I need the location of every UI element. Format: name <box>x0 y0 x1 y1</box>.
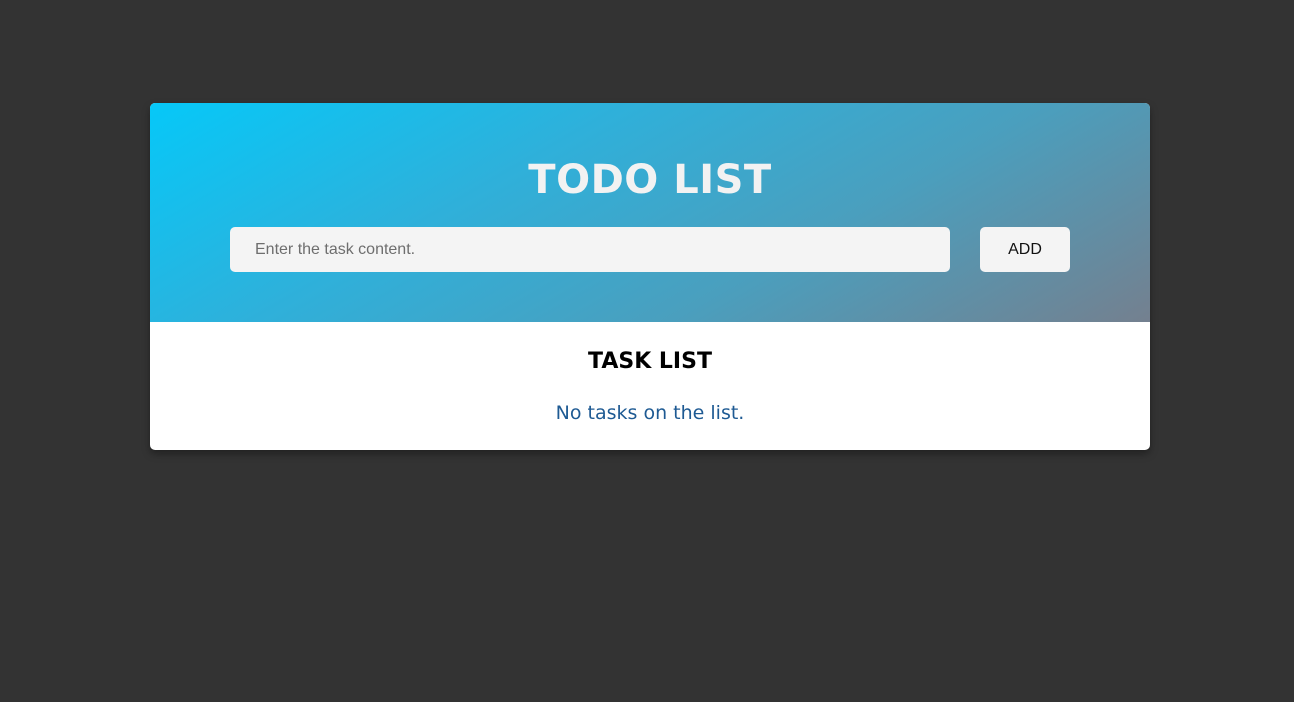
add-button[interactable]: ADD <box>980 227 1070 272</box>
todo-header: TODO LIST ADD <box>150 103 1150 322</box>
page-title: TODO LIST <box>528 157 772 203</box>
empty-list-message: No tasks on the list. <box>555 402 745 424</box>
task-list-title: TASK LIST <box>588 349 712 374</box>
task-list-section: TASK LIST No tasks on the list. <box>150 322 1150 450</box>
todo-card: TODO LIST ADD TASK LIST No tasks on the … <box>150 103 1150 450</box>
task-input[interactable] <box>230 227 950 272</box>
